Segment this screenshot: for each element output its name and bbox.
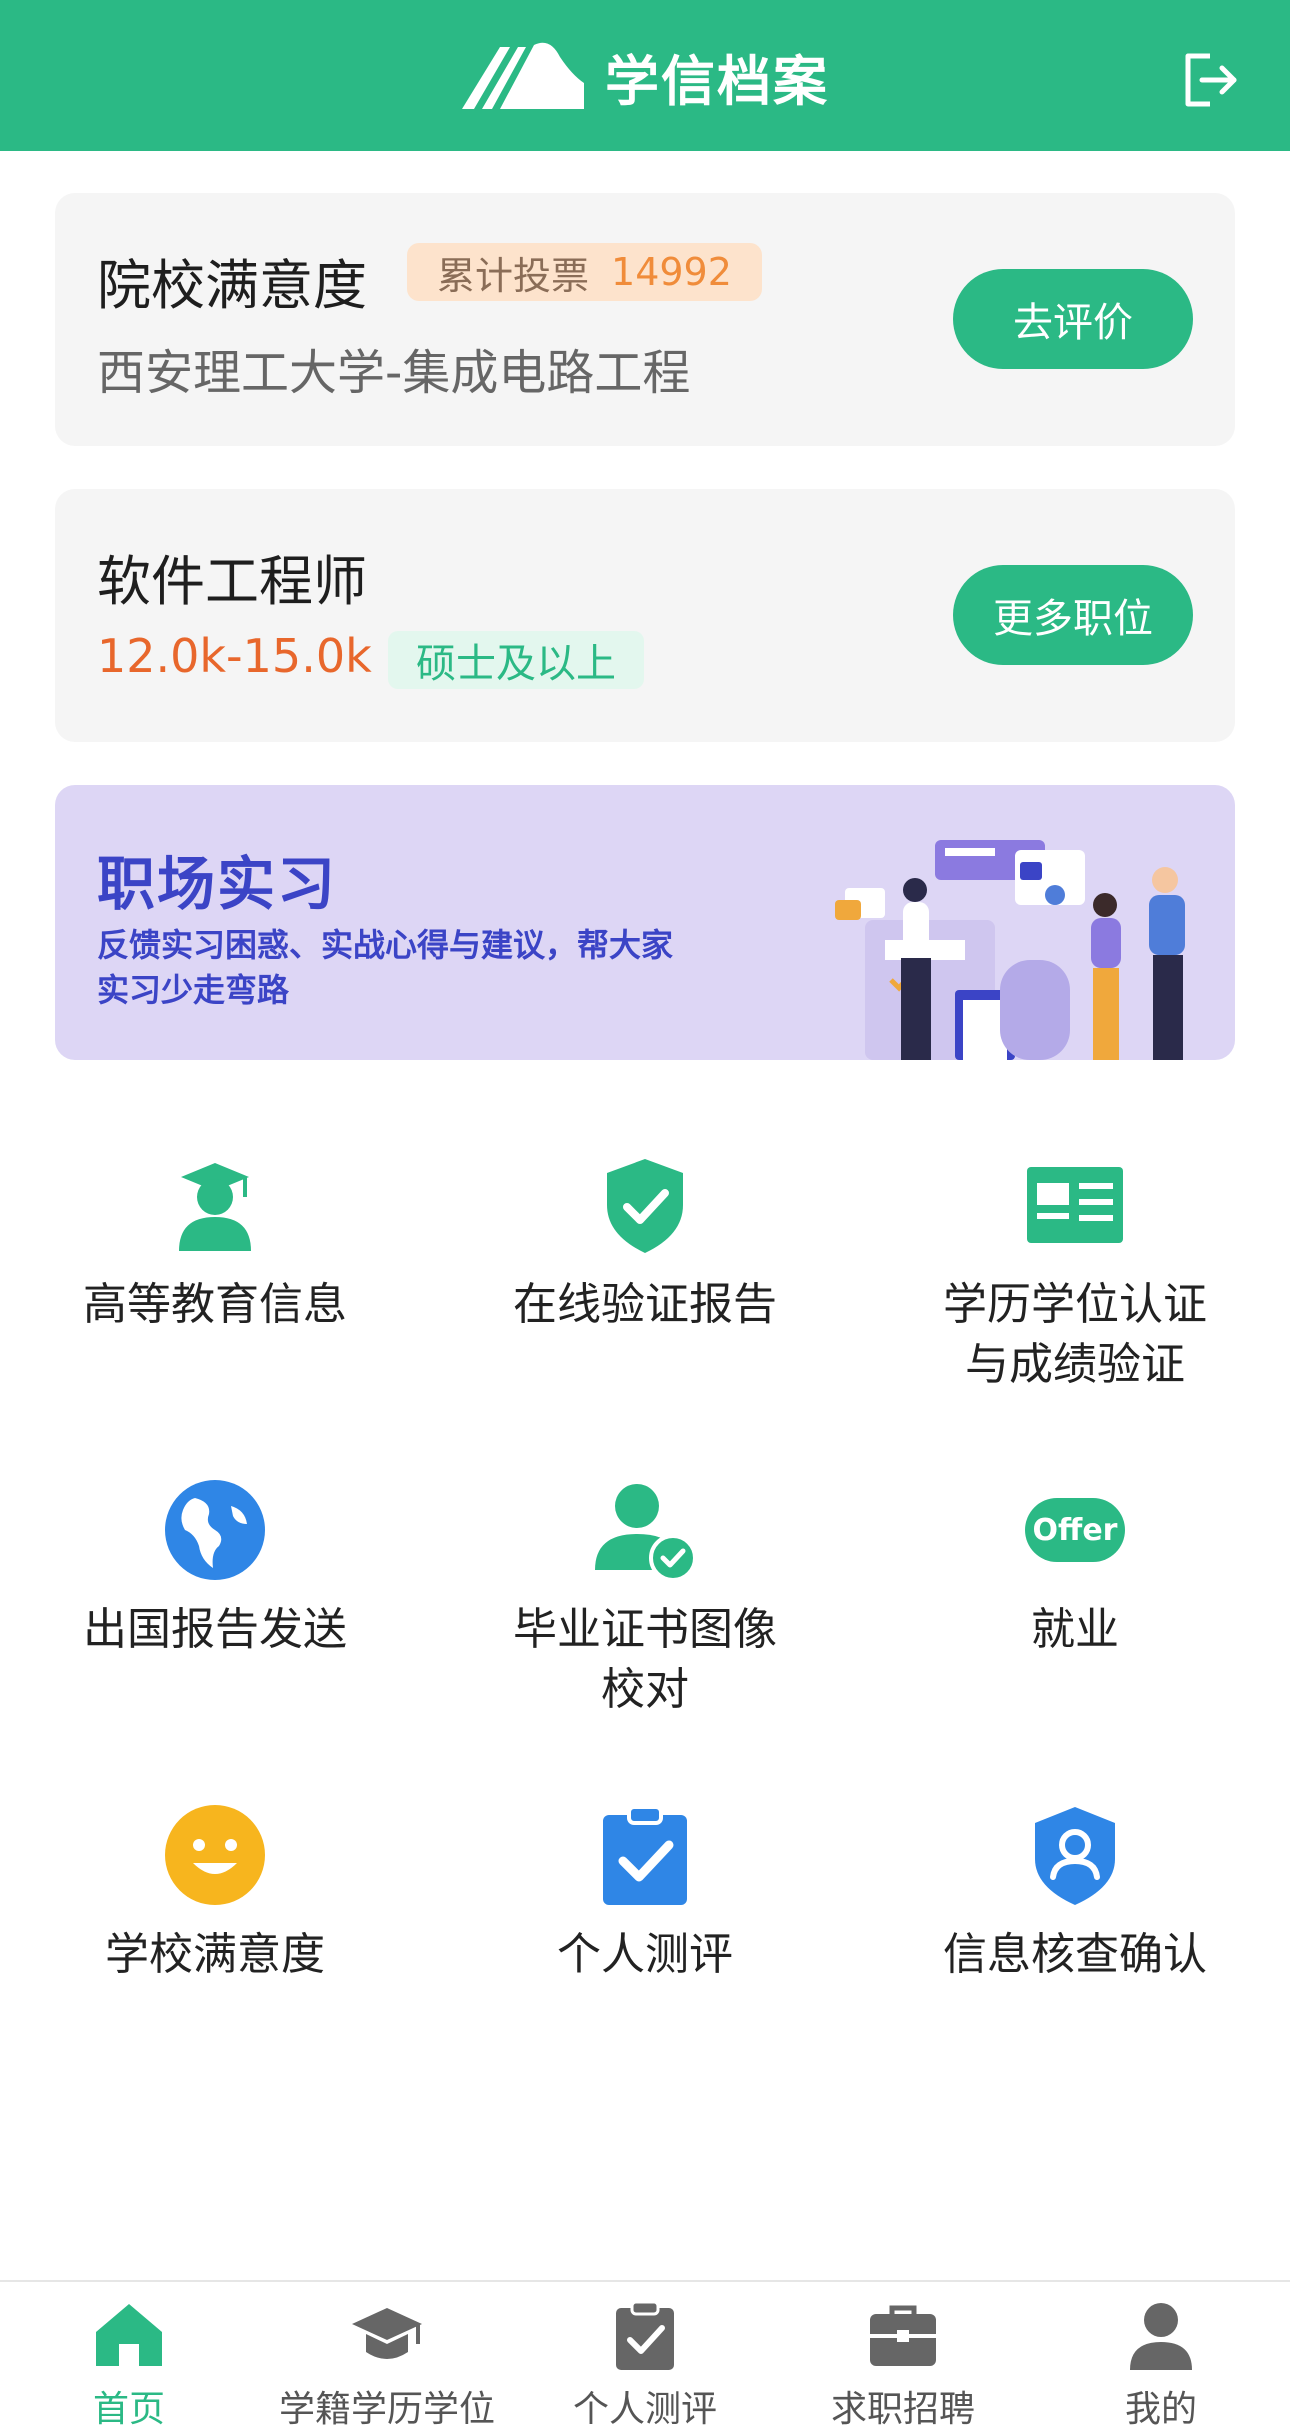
grid-label-line1: 在线验证报告 bbox=[513, 1279, 777, 1330]
banner-illustration bbox=[835, 840, 1185, 1060]
vote-label: 累计投票 bbox=[437, 253, 590, 298]
user-check-icon bbox=[595, 1484, 695, 1580]
smiley-icon bbox=[165, 1805, 265, 1905]
grid-label-line1: 高等教育信息 bbox=[83, 1279, 347, 1330]
grid-label-line1: 个人测评 bbox=[557, 1929, 733, 1980]
app-logo: 学信档案 bbox=[460, 36, 829, 116]
bottom-tab-bar: 首页 学籍学历学位 个人测评 求职招聘 我的 bbox=[0, 2280, 1290, 2430]
school-major: 西安理工大学-集成电路工程 bbox=[97, 345, 691, 401]
grid-label-line1: 毕业证书图像 bbox=[513, 1604, 777, 1655]
banner-title: 职场实习 bbox=[97, 850, 338, 918]
grid-label: 学历学位认证 与成绩验证 bbox=[860, 1275, 1290, 1395]
graduate-icon bbox=[179, 1163, 251, 1251]
grid-label: 信息核查确认 bbox=[860, 1925, 1290, 1985]
tab-label: 个人测评 bbox=[572, 2389, 717, 2430]
job-card[interactable]: 软件工程师 12.0k-15.0k 硕士及以上 更多职位 bbox=[55, 489, 1235, 742]
app-title: 学信档案 bbox=[605, 49, 829, 113]
tab-mine[interactable]: 我的 bbox=[1032, 2282, 1290, 2430]
globe-icon bbox=[165, 1480, 265, 1580]
banner-description: 反馈实习困惑、实战心得与建议，帮大家 实习少走弯路 bbox=[97, 923, 737, 1013]
logo-mark-icon bbox=[462, 42, 584, 109]
grid-label-line1: 出国报告发送 bbox=[83, 1604, 347, 1655]
app-header: 学信档案 bbox=[0, 0, 1290, 151]
grid-label-line2: 校对 bbox=[601, 1664, 689, 1715]
internship-banner[interactable]: 职场实习 反馈实习困惑、实战心得与建议，帮大家 实习少走弯路 bbox=[55, 785, 1235, 1060]
tab-education-records[interactable]: 学籍学历学位 bbox=[258, 2282, 516, 2430]
clipboard-check-icon bbox=[603, 1805, 687, 1905]
briefcase-icon bbox=[870, 2305, 936, 2366]
vote-count: 14992 bbox=[611, 250, 732, 294]
logout-icon[interactable] bbox=[1180, 50, 1240, 110]
tab-label: 求职招聘 bbox=[830, 2389, 975, 2430]
grid-label: 个人测评 bbox=[430, 1925, 860, 1985]
grid-label-line1: 学历学位认证 bbox=[943, 1279, 1207, 1330]
grid-label: 高等教育信息 bbox=[0, 1275, 430, 1335]
grid-label-line1: 就业 bbox=[1031, 1604, 1119, 1655]
tab-job-search[interactable]: 求职招聘 bbox=[774, 2282, 1032, 2430]
grid-label-line1: 学校满意度 bbox=[105, 1929, 325, 1980]
graduation-cap-icon bbox=[352, 2308, 422, 2359]
tab-label: 学籍学历学位 bbox=[278, 2389, 495, 2430]
satisfaction-card[interactable]: 院校满意度 累计投票 14992 西安理工大学-集成电路工程 去评价 bbox=[55, 193, 1235, 446]
grid-label: 在线验证报告 bbox=[430, 1275, 860, 1335]
certificate-card-icon bbox=[1027, 1167, 1123, 1243]
shield-check-icon bbox=[607, 1159, 683, 1253]
salary-range: 12.0k-15.0k bbox=[97, 629, 372, 683]
job-title: 软件工程师 bbox=[97, 550, 367, 613]
tab-label: 我的 bbox=[1124, 2389, 1197, 2430]
user-icon bbox=[1130, 2303, 1192, 2370]
grid-label-line2: 与成绩验证 bbox=[965, 1339, 1185, 1390]
more-jobs-button[interactable]: 更多职位 bbox=[953, 565, 1193, 665]
vote-count-badge: 累计投票 14992 bbox=[407, 243, 762, 301]
grid-label: 学校满意度 bbox=[0, 1925, 430, 1985]
degree-badge: 硕士及以上 bbox=[388, 631, 644, 689]
banner-desc-line1: 反馈实习困惑、实战心得与建议，帮大家 bbox=[97, 926, 674, 964]
user-shield-icon bbox=[1035, 1807, 1115, 1905]
offer-icon: Offer bbox=[1025, 1498, 1125, 1562]
tab-label: 首页 bbox=[92, 2389, 165, 2430]
grid-label-line1: 信息核查确认 bbox=[943, 1929, 1207, 1980]
satisfaction-title: 院校满意度 bbox=[97, 254, 367, 317]
evaluate-button[interactable]: 去评价 bbox=[953, 269, 1193, 369]
grid-label: 就业 bbox=[860, 1600, 1290, 1660]
offer-icon-text: Offer bbox=[1033, 1513, 1118, 1548]
grid-label: 毕业证书图像 校对 bbox=[430, 1600, 860, 1720]
home-icon bbox=[96, 2304, 162, 2366]
banner-desc-line2: 实习少走弯路 bbox=[97, 971, 290, 1009]
tab-home[interactable]: 首页 bbox=[0, 2282, 258, 2430]
clipboard-check-icon bbox=[616, 2300, 674, 2370]
tab-personal-assessment[interactable]: 个人测评 bbox=[516, 2282, 774, 2430]
grid-label: 出国报告发送 bbox=[0, 1600, 430, 1660]
